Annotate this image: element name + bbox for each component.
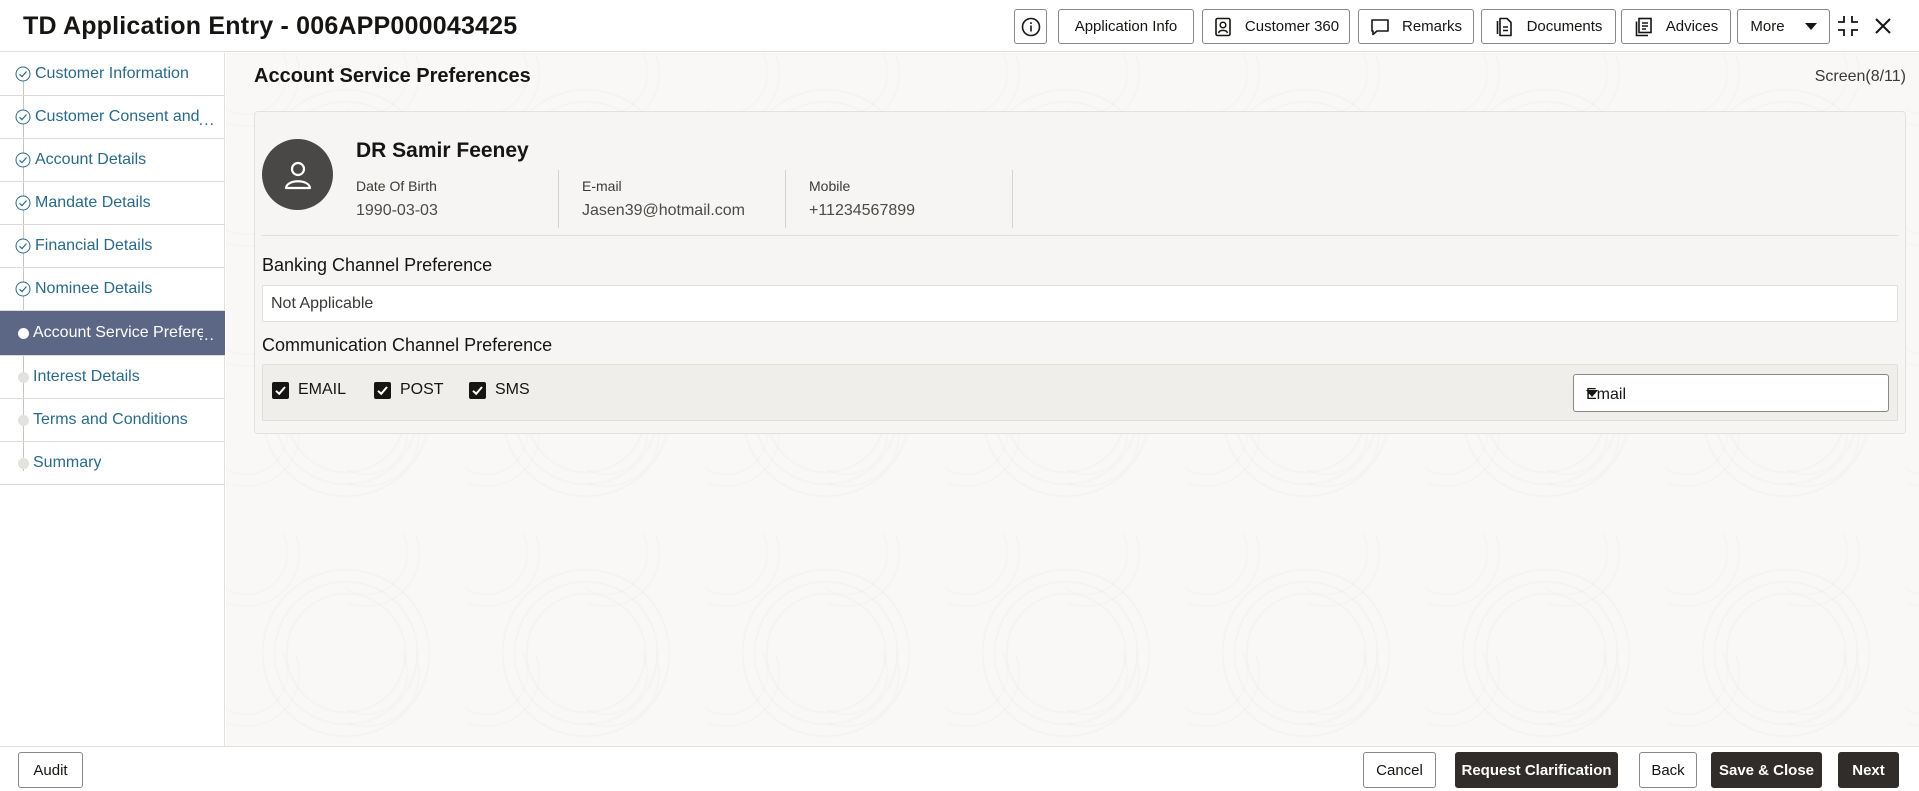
more-dropdown[interactable]: More [1737, 9, 1830, 44]
save-close-button[interactable]: Save & Close [1711, 752, 1822, 788]
dob-label: Date Of Birth [356, 178, 437, 194]
step-label: Account Service Prefere [33, 324, 203, 341]
check-circle-icon [15, 238, 31, 254]
mobile-value: +11234567899 [809, 202, 916, 219]
chevron-down-icon [1804, 23, 1817, 30]
step-label: Interest Details [33, 368, 140, 385]
pending-step-dot [18, 414, 29, 426]
step-account-service-preferences[interactable]: Account Service Prefere ... [0, 311, 225, 356]
advices-button[interactable]: Advices [1621, 9, 1731, 44]
section-divider [262, 235, 1898, 236]
app-title: TD Application Entry - 006APP000043425 [23, 12, 518, 40]
chevron-down-icon [1586, 390, 1598, 397]
step-label: Account Details [35, 151, 147, 168]
checkbox-checked-icon [469, 381, 486, 399]
remarks-label: Remarks [1401, 18, 1462, 35]
step-terms-and-conditions[interactable]: Terms and Conditions [0, 399, 225, 442]
pending-step-dot [18, 457, 29, 469]
step-label: Nominee Details [35, 280, 153, 297]
banking-channel-title: Banking Channel Preference [262, 255, 493, 275]
document-icon [1496, 17, 1512, 36]
page-title: Account Service Preferences [254, 65, 531, 87]
footer-bar: Audit Cancel Request Clarification Back … [0, 746, 1919, 791]
email-label: E-mail [582, 178, 622, 194]
checkbox-label: POST [400, 381, 444, 398]
customer-360-label: Customer 360 [1244, 18, 1340, 35]
step-label: Financial Details [35, 237, 153, 254]
app-header: TD Application Entry - 006APP000043425 A… [0, 0, 1919, 52]
collapse-button[interactable] [1835, 13, 1861, 39]
step-label: Terms and Conditions [33, 411, 188, 428]
post-checkbox[interactable]: POST [374, 381, 444, 399]
preferences-card: DR Samir Feeney Date Of Birth 1990-03-03… [254, 111, 1906, 434]
check-circle-icon [15, 152, 31, 168]
step-interest-details[interactable]: Interest Details [0, 356, 225, 399]
checkbox-checked-icon [374, 381, 391, 399]
communication-channel-title: Communication Channel Preference [262, 335, 553, 355]
user-icon [284, 161, 311, 189]
ellipsis-icon: ... [198, 327, 215, 344]
step-label: Customer Information [35, 65, 189, 82]
ellipsis-icon: ... [198, 112, 215, 129]
step-navigation: Customer Information Customer Consent an… [0, 53, 225, 746]
avatar [262, 139, 333, 210]
step-customer-information[interactable]: Customer Information [0, 53, 225, 96]
customer-card-icon [1215, 17, 1231, 36]
cancel-button[interactable]: Cancel [1363, 752, 1436, 788]
step-nominee-details[interactable]: Nominee Details [0, 268, 225, 311]
next-button[interactable]: Next [1838, 752, 1899, 788]
email-checkbox[interactable]: EMAIL [272, 381, 346, 399]
collapse-icon [1838, 16, 1858, 36]
sms-checkbox[interactable]: SMS [469, 381, 530, 399]
screen-counter: Screen(8/11) [1814, 68, 1906, 85]
preferred-channel-select[interactable]: Email [1573, 374, 1889, 412]
check-circle-icon [15, 66, 31, 82]
mobile-field: Mobile +11234567899 [786, 170, 1013, 228]
application-info-label: Application Info [1074, 18, 1178, 35]
main-content: Account Service Preferences Screen(8/11)… [226, 53, 1919, 746]
email-field: E-mail Jasen39@hotmail.com [559, 170, 786, 228]
customer-360-button[interactable]: Customer 360 [1202, 9, 1350, 44]
mobile-label: Mobile [809, 178, 851, 194]
banking-channel-value: Not Applicable [271, 295, 374, 312]
communication-channel-options: EMAIL POST SMS Email [262, 364, 1898, 421]
comment-icon [1371, 18, 1389, 35]
step-label: Summary [33, 454, 102, 471]
customer-name: DR Samir Feeney [356, 139, 529, 162]
checkbox-label: SMS [495, 381, 530, 398]
step-mandate-details[interactable]: Mandate Details [0, 182, 225, 225]
advices-icon [1635, 17, 1652, 36]
step-label: Customer Consent and [35, 108, 200, 125]
dob-field: Date Of Birth 1990-03-03 [356, 170, 559, 228]
close-icon [1875, 18, 1891, 34]
pending-step-dot [18, 371, 29, 383]
info-icon [1021, 17, 1040, 36]
check-circle-icon [15, 109, 31, 125]
step-summary[interactable]: Summary [0, 442, 225, 485]
request-clarification-button[interactable]: Request Clarification [1455, 752, 1618, 788]
dob-value: 1990-03-03 [356, 202, 438, 219]
audit-button[interactable]: Audit [18, 752, 83, 788]
more-label: More [1750, 18, 1785, 35]
info-button[interactable] [1014, 9, 1047, 44]
back-button[interactable]: Back [1639, 752, 1697, 788]
checkbox-checked-icon [272, 381, 289, 399]
checkbox-label: EMAIL [298, 381, 347, 398]
banking-channel-field: Not Applicable [262, 285, 1898, 322]
step-financial-details[interactable]: Financial Details [0, 225, 225, 268]
documents-label: Documents [1526, 18, 1603, 35]
email-value: Jasen39@hotmail.com [582, 202, 745, 219]
check-circle-icon [15, 195, 31, 211]
step-label: Mandate Details [35, 194, 151, 211]
close-button[interactable] [1870, 13, 1896, 39]
advices-label: Advices [1665, 18, 1719, 35]
check-circle-icon [15, 281, 31, 297]
step-account-details[interactable]: Account Details [0, 139, 225, 182]
application-info-button[interactable]: Application Info [1058, 9, 1194, 44]
remarks-button[interactable]: Remarks [1358, 9, 1474, 44]
documents-button[interactable]: Documents [1481, 9, 1616, 44]
current-step-dot [18, 327, 29, 339]
step-customer-consent[interactable]: Customer Consent and ... [0, 96, 225, 139]
